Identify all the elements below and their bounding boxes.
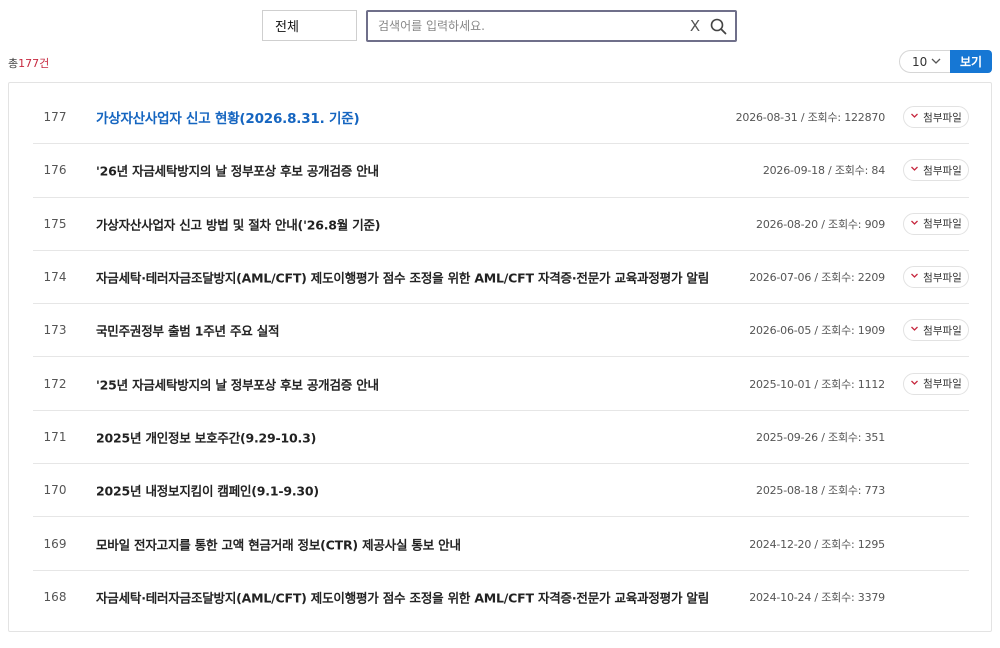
magnifier-search-icon[interactable]: [709, 17, 727, 35]
attachment-button[interactable]: 첨부파일: [903, 372, 969, 395]
chevron-down-icon: [910, 111, 919, 123]
post-number: 168: [43, 590, 67, 605]
post-number: 177: [43, 110, 67, 125]
search-scope-select[interactable]: 전체: [262, 10, 357, 41]
post-title-link[interactable]: 가상자산사업자 신고 현황(2026.8.31. 기준): [96, 107, 360, 127]
attachment-label: 첨부파일: [923, 164, 962, 177]
post-title-link[interactable]: 자금세탁·테러자금조달방지(AML/CFT) 제도이행평가 점수 조정을 위한 …: [96, 268, 709, 287]
chevron-down-icon: [930, 55, 942, 70]
post-row: 171 2025년 개인정보 보호주간(9.29-10.3) 2025-09-26 …: [33, 411, 969, 465]
attachment-label: 첨부파일: [923, 218, 962, 231]
post-title-link[interactable]: 2025년 내정보지킴이 캠페인(9.1-9.30): [96, 481, 319, 500]
post-row: 170 2025년 내정보지킴이 캠페인(9.1-9.30) 2025-08-18 …: [33, 464, 969, 518]
total-count: 총177건: [8, 55, 49, 71]
search-scope-label: 전체: [275, 20, 299, 35]
post-title-link[interactable]: 모바일 전자고지를 통한 고액 현금거래 정보(CTR) 제공사실 통보 안내: [96, 534, 461, 553]
post-title-link[interactable]: 2025년 개인정보 보호주간(9.29-10.3): [96, 427, 316, 446]
post-list: 177 가상자산사업자 신고 현황(2026.8.31. 기준) 2026-08-3…: [33, 91, 969, 624]
chevron-down-icon: [910, 164, 919, 176]
page-size-value: 10: [912, 54, 928, 69]
post-row: 176 '26년 자금세탁방지의 날 정부포상 후보 공개검증 안내 2026-09…: [33, 144, 969, 198]
post-title-link[interactable]: 국민주권정부 출범 1주년 주요 실적: [96, 321, 280, 340]
post-row: 174 자금세탁·테러자금조달방지(AML/CFT) 제도이행평가 점수 조정을 …: [33, 251, 969, 305]
post-row: 168 자금세탁·테러자금조달방지(AML/CFT) 제도이행평가 점수 조정을 …: [33, 571, 969, 624]
page-size-select[interactable]: 10: [899, 50, 951, 73]
post-title-link[interactable]: '25년 자금세탁방지의 날 정부포상 후보 공개검증 안내: [96, 374, 379, 393]
post-title-link[interactable]: 가상자산사업자 신고 방법 및 절차 안내('26.8월 기준): [96, 214, 381, 233]
attachment-button[interactable]: 첨부파일: [903, 212, 969, 235]
post-number: 174: [43, 270, 67, 285]
total-count-number: 177: [18, 57, 40, 70]
view-button[interactable]: 보기: [950, 50, 992, 73]
post-number: 172: [43, 376, 67, 391]
attachment-label: 첨부파일: [923, 378, 962, 391]
post-date-views: 2024-10-24 / 조회수: 3379: [749, 591, 885, 605]
post-date-views: 2025-09-26 / 조회수: 351: [756, 430, 885, 444]
post-date-views: 2026-08-31 / 조회수: 122870: [735, 111, 886, 125]
post-date-views: 2024-12-20 / 조회수: 1295: [749, 537, 885, 551]
post-title-link[interactable]: 자금세탁·테러자금조달방지(AML/CFT) 제도이행평가 점수 조정을 위한 …: [96, 588, 709, 607]
post-list-board: 177 가상자산사업자 신고 현황(2026.8.31. 기준) 2026-08-3…: [8, 82, 992, 632]
post-number: 173: [43, 323, 67, 338]
post-row: 172 '25년 자금세탁방지의 날 정부포상 후보 공개검증 안내 2025-10…: [33, 357, 969, 411]
attachment-button[interactable]: 첨부파일: [903, 319, 969, 342]
chevron-down-icon: [910, 378, 919, 390]
post-number: 169: [43, 536, 67, 551]
post-date-views: 2025-08-18 / 조회수: 773: [756, 484, 885, 498]
total-count-prefix: 총: [8, 57, 19, 70]
attachment-label: 첨부파일: [923, 324, 962, 337]
post-row: 169 모바일 전자고지를 통한 고액 현금거래 정보(CTR) 제공사실 통보 …: [33, 517, 969, 571]
search-box: X: [366, 10, 737, 42]
total-count-suffix: 건: [39, 57, 50, 70]
attachment-label: 첨부파일: [923, 271, 962, 284]
x-clear-icon[interactable]: X: [687, 18, 703, 34]
post-row: 177 가상자산사업자 신고 현황(2026.8.31. 기준) 2026-08-3…: [33, 91, 969, 145]
post-row: 173 국민주권정부 출범 1주년 주요 실적 2026-06-05 / 조회수: …: [33, 304, 969, 358]
post-date-views: 2025-10-01 / 조회수: 1112: [749, 377, 885, 391]
chevron-down-icon: [910, 324, 919, 336]
search-input[interactable]: [378, 19, 687, 33]
post-row: 175 가상자산사업자 신고 방법 및 절차 안내('26.8월 기준) 2026-…: [33, 198, 969, 251]
post-number: 175: [43, 216, 67, 231]
chevron-down-icon: [910, 218, 919, 230]
post-date-views: 2026-09-18 / 조회수: 84: [762, 164, 885, 178]
post-title-link[interactable]: '26년 자금세탁방지의 날 정부포상 후보 공개검증 안내: [96, 161, 379, 180]
attachment-label: 첨부파일: [923, 111, 962, 124]
chevron-down-icon: [910, 271, 919, 283]
post-number: 171: [43, 429, 67, 444]
post-date-views: 2026-07-06 / 조회수: 2209: [749, 271, 885, 285]
post-date-views: 2026-06-05 / 조회수: 1909: [749, 324, 885, 338]
attachment-button[interactable]: 첨부파일: [903, 159, 969, 182]
attachment-button[interactable]: 첨부파일: [903, 266, 969, 289]
attachment-button[interactable]: 첨부파일: [903, 106, 969, 129]
post-number: 176: [43, 163, 67, 178]
post-number: 170: [43, 483, 67, 498]
post-date-views: 2026-08-20 / 조회수: 909: [756, 217, 885, 231]
search-bar: 전체 X: [262, 10, 737, 42]
